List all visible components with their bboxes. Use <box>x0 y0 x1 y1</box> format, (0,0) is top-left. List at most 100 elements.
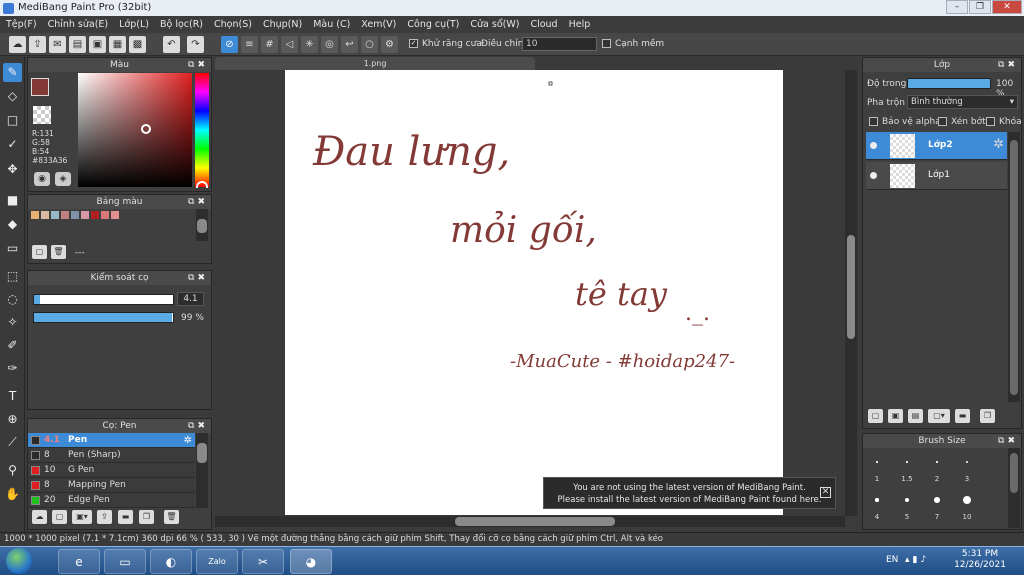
brush-size-dot[interactable] <box>906 461 908 463</box>
brush-size-dot[interactable] <box>936 461 938 463</box>
layer-scrollbar[interactable] <box>1008 132 1020 402</box>
canvas-horizontal-scrollbar[interactable] <box>215 516 845 527</box>
panel-pin-close-icon[interactable]: ⧉✖ <box>188 195 208 209</box>
canvas-paper[interactable]: Đau lưng, mỏi gối, tê tay ._. -MuaCute -… <box>285 70 783 515</box>
palette-swatch[interactable] <box>91 211 99 219</box>
app-icon-green[interactable]: ◐ <box>150 549 192 574</box>
layer-opacity-slider[interactable] <box>907 78 991 89</box>
select-tool-icon[interactable]: ⬚ <box>3 267 22 286</box>
add-brush-icon[interactable]: ▢ <box>52 510 67 524</box>
smooth-edge-checkbox[interactable] <box>602 39 611 48</box>
rect-tool-icon[interactable]: □ <box>3 111 22 130</box>
minimize-button[interactable]: – <box>946 0 968 14</box>
brush-delete-icon[interactable]: 🗑 <box>164 510 179 524</box>
brush-tool-icon[interactable]: ✎ <box>3 63 22 82</box>
menu-tools[interactable]: Công cụ(T) <box>407 19 459 30</box>
gradient-tool-icon[interactable]: ▭ <box>3 239 22 258</box>
panel-pin-close-icon[interactable]: ⧉✖ <box>188 419 208 433</box>
menu-file[interactable]: Tệp(F) <box>6 19 37 30</box>
update-notice[interactable]: You are not using the latest version of … <box>543 477 836 509</box>
document-tab[interactable]: 1.png <box>215 57 535 70</box>
panel-pin-close-icon[interactable]: ⧉✖ <box>998 434 1018 448</box>
color-picker-cursor[interactable] <box>141 124 151 134</box>
palette-swatch[interactable] <box>101 211 109 219</box>
save-icon[interactable]: ▣ <box>89 36 106 53</box>
folder-icon[interactable]: ▭ <box>104 549 146 574</box>
brush-size-slider[interactable] <box>33 294 174 305</box>
brush-size-value[interactable]: 4.1 <box>177 292 204 306</box>
palette-swatch[interactable] <box>31 211 39 219</box>
tray-icons[interactable]: ▴▮♪ <box>905 555 929 565</box>
ie-icon[interactable]: e <box>58 549 100 574</box>
new-file-icon[interactable]: ▤ <box>69 36 86 53</box>
tool-icon[interactable]: ✂ <box>242 549 284 574</box>
add-layer-icon[interactable]: ▢ <box>868 409 883 423</box>
protect-alpha-checkbox[interactable] <box>869 117 878 126</box>
brush-size-dot[interactable] <box>963 496 971 504</box>
saturation-value-picker[interactable] <box>78 73 192 187</box>
operation-tool-icon[interactable]: ⊕ <box>3 410 22 429</box>
brush-scrollbar[interactable] <box>196 433 208 508</box>
zalo-icon[interactable]: Zalo <box>196 549 238 574</box>
hue-handle[interactable] <box>196 181 208 188</box>
brush-row[interactable]: 8 Pen (Sharp) <box>28 448 195 463</box>
redo-icon[interactable]: ↷ <box>187 36 204 53</box>
curve-snap-icon[interactable]: ↩ <box>341 36 358 53</box>
menu-window[interactable]: Cửa sổ(W) <box>470 19 519 30</box>
brush-row[interactable]: 20 Edge Pen <box>28 493 195 508</box>
brush-copy-icon[interactable]: ⇪ <box>97 510 112 524</box>
panel-pin-close-icon[interactable]: ⧉✖ <box>188 271 208 285</box>
start-button[interactable] <box>6 548 32 574</box>
add-8bit-layer-icon[interactable]: ▤ <box>908 409 923 423</box>
parallel-snap-icon[interactable]: ≡ <box>241 36 258 53</box>
palette-swatch[interactable] <box>61 211 69 219</box>
magic-wand-icon[interactable]: ✧ <box>3 313 22 332</box>
brush-row[interactable]: 10 G Pen <box>28 463 195 478</box>
layer-row-lop2[interactable]: Lớp2 ✲ <box>866 132 1007 160</box>
menu-cloud[interactable]: Cloud <box>530 19 557 30</box>
text-tool-icon[interactable]: T <box>3 387 22 406</box>
brush-opacity-slider[interactable] <box>33 312 174 323</box>
fill-rect-tool-icon[interactable]: ■ <box>3 191 22 210</box>
lasso-tool-icon[interactable]: ◌ <box>3 290 22 309</box>
panel-pin-close-icon[interactable]: ⧉✖ <box>188 58 208 72</box>
brush-folder-icon[interactable]: ▬ <box>118 510 133 524</box>
palette-swatch[interactable] <box>41 211 49 219</box>
palette-swatch[interactable] <box>51 211 59 219</box>
menu-snap[interactable]: Chụp(N) <box>263 19 302 30</box>
clipping-checkbox[interactable] <box>938 117 947 126</box>
gear-icon[interactable]: ✲ <box>184 433 192 448</box>
brush-size-dot[interactable] <box>875 498 879 502</box>
brush-size-scrollbar[interactable] <box>1008 448 1020 528</box>
hue-slider[interactable] <box>195 73 209 187</box>
hand-tool-icon[interactable]: ✋ <box>3 485 22 504</box>
eye-icon[interactable] <box>870 172 877 179</box>
close-button[interactable]: ✕ <box>992 0 1022 14</box>
eraser-tool-icon[interactable]: ◇ <box>3 87 22 106</box>
color-wheel-icon[interactable]: ◉ <box>34 172 50 186</box>
select-eraser-icon[interactable]: ✑ <box>3 359 22 378</box>
brush-size-dot[interactable] <box>934 497 940 503</box>
radial-snap-icon[interactable]: ✳ <box>301 36 318 53</box>
antialias-checkbox[interactable]: ✓ <box>409 39 418 48</box>
menu-filter[interactable]: Bộ lọc(R) <box>160 19 203 30</box>
layer-duplicate-icon[interactable]: ❐ <box>980 409 995 423</box>
cloud-icon[interactable]: ☁ <box>9 36 26 53</box>
lock-checkbox[interactable] <box>986 117 995 126</box>
foreground-color-swatch[interactable] <box>31 78 49 96</box>
color-picker-icon[interactable]: ◈ <box>55 172 71 186</box>
notice-close-icon[interactable]: ✕ <box>820 487 831 498</box>
menu-view[interactable]: Xem(V) <box>361 19 396 30</box>
share-icon[interactable]: ⇪ <box>29 36 46 53</box>
palette-swatch[interactable] <box>71 211 79 219</box>
comment-icon[interactable]: ✉ <box>49 36 66 53</box>
eye-icon[interactable] <box>870 142 877 149</box>
brush-duplicate-icon[interactable]: ❐ <box>139 510 154 524</box>
panel-pin-close-icon[interactable]: ⧉✖ <box>998 58 1018 72</box>
bucket-tool-icon[interactable]: ◆ <box>3 215 22 234</box>
move-tool-icon[interactable]: ✥ <box>3 160 22 179</box>
palette-swatch[interactable] <box>81 211 89 219</box>
brush-cloud-icon[interactable]: ☁ <box>32 510 47 524</box>
add-palette-icon[interactable]: ▢ <box>32 245 47 259</box>
menu-help[interactable]: Help <box>569 19 591 30</box>
